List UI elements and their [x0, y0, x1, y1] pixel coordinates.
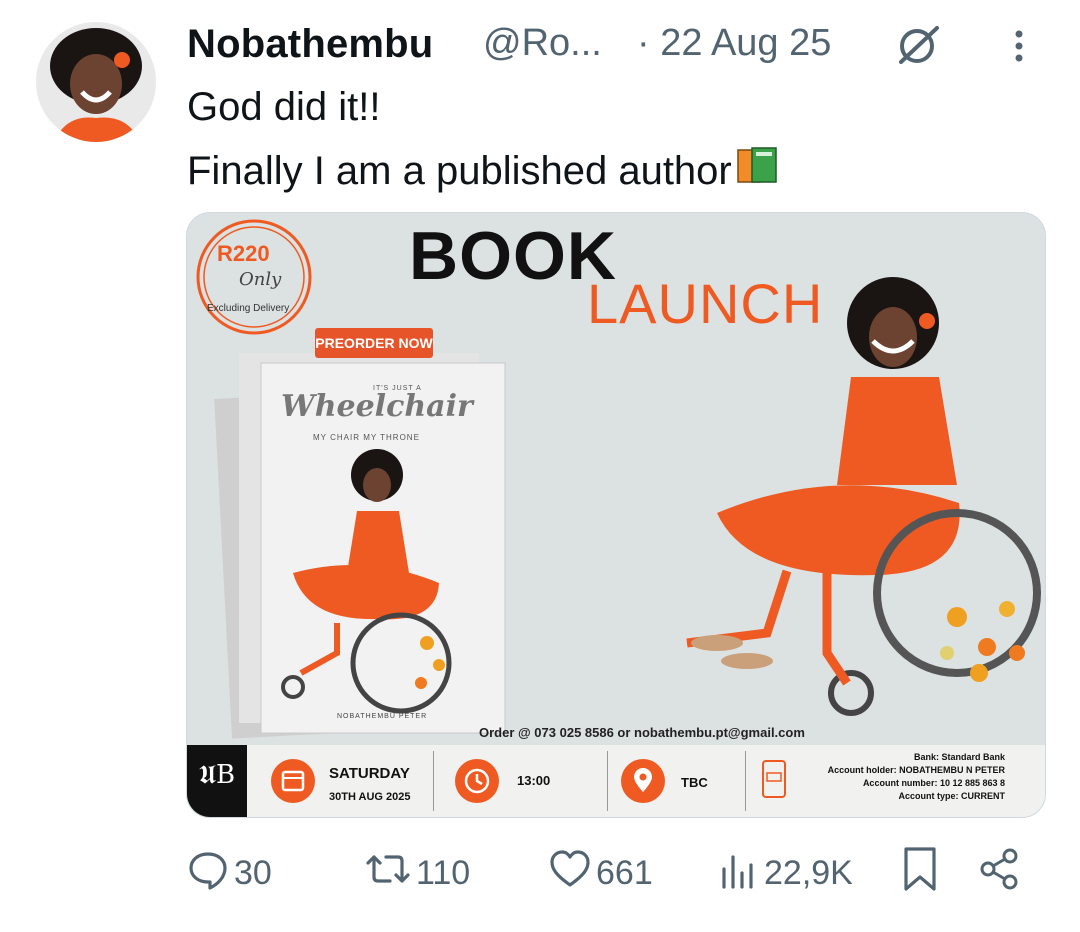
account-number: Account number: 10 12 885 863 8 [862, 778, 1005, 788]
event-date: 30TH AUG 2025 [329, 791, 411, 803]
publisher-logo: 𝖀B [187, 745, 247, 817]
tweet-date[interactable]: · 22 Aug 25 [637, 22, 831, 65]
footer-divider [607, 751, 608, 811]
share-icon [976, 846, 1026, 901]
views-count: 22,9K [764, 853, 853, 892]
like-count: 661 [596, 853, 653, 892]
views-button[interactable]: 22,9K [716, 848, 853, 898]
profile-avatar[interactable] [36, 22, 156, 142]
tweet-text-line2: Finally I am a published author [187, 144, 780, 196]
repost-count: 110 [416, 853, 471, 892]
more-options-icon[interactable] [1003, 26, 1035, 66]
repost-icon [364, 847, 416, 900]
preorder-badge: PREORDER NOW [315, 328, 433, 358]
tweet-media-image[interactable]: BOOK LAUNCH R220 Only Excluding Delivery… [186, 212, 1046, 818]
tweet-header: Nobathembu @Ro... · 22 Aug 25 [187, 18, 1047, 70]
reply-count: 30 [234, 853, 272, 892]
tweet-actions: 30 110 661 22,9K [186, 846, 1046, 898]
event-venue: TBC [681, 775, 708, 790]
price-label: R220 [217, 241, 270, 266]
reply-button[interactable]: 30 [186, 848, 272, 898]
poster-title: BOOK [409, 218, 617, 294]
bank-name: Bank: Standard Bank [913, 752, 1005, 762]
display-name[interactable]: Nobathembu [187, 22, 433, 67]
event-time: 13:00 [517, 773, 551, 788]
analytics-icon [716, 847, 764, 900]
excluding-delivery: Excluding Delivery [207, 303, 290, 314]
grok-icon[interactable] [895, 22, 943, 66]
footer-divider [433, 751, 434, 811]
account-holder: Account holder: NOBATHEMBU N PETER [827, 765, 1005, 775]
payment-icon [757, 757, 793, 805]
poster-subtitle: LAUNCH [587, 272, 824, 335]
book-cover-title: Wheelchair [281, 389, 473, 424]
books-icon [734, 144, 780, 196]
heart-icon [548, 847, 596, 900]
bank-details: Bank: Standard Bank Account holder: NOBA… [799, 751, 1005, 803]
footer-divider [745, 751, 746, 811]
tweet-text-line1: God did it!! [187, 85, 381, 129]
book-cover-subtitle: MY CHAIR MY THRONE [313, 433, 420, 442]
account-type: Account type: CURRENT [898, 791, 1005, 801]
share-button[interactable] [976, 848, 1026, 898]
reply-icon [186, 847, 234, 900]
repost-button[interactable]: 110 [364, 848, 470, 898]
like-button[interactable]: 661 [548, 848, 653, 898]
tweet-text-line2-text: Finally I am a published author [187, 149, 732, 193]
location-pin-icon [621, 759, 665, 803]
calendar-icon [271, 759, 315, 803]
poster-footer: 𝖀B SATURDAY 30TH AUG 2025 13:00 TBC Bank… [187, 745, 1045, 817]
bookmark-button[interactable] [898, 846, 946, 898]
clock-icon [455, 759, 499, 803]
event-day: SATURDAY [329, 765, 410, 782]
book-cover-author: NOBATHEMBU PETER [337, 713, 428, 720]
order-info: Order @ 073 025 8586 or nobathembu.pt@gm… [479, 725, 805, 740]
user-handle[interactable]: @Ro... [483, 22, 602, 65]
bookmark-icon [898, 845, 946, 902]
price-note: Only [239, 269, 282, 290]
